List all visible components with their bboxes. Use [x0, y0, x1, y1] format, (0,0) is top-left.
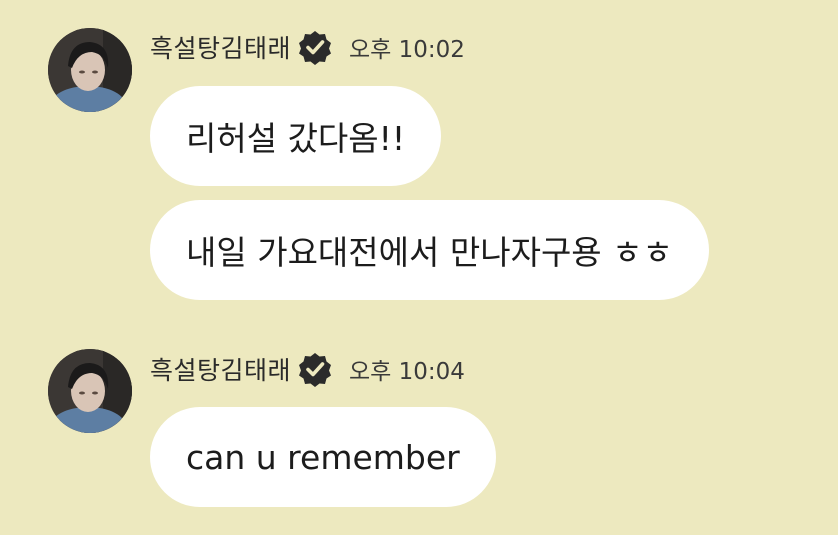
timestamp: 오후 10:04	[349, 359, 465, 385]
message-header: 흑설탕김태래 오후 10:04	[150, 351, 465, 387]
chat-bubble[interactable]: can u remember	[150, 407, 496, 507]
chat-bubble[interactable]: 내일 가요대전에서 만나자구용 ㅎㅎ	[150, 200, 709, 300]
verified-badge-icon	[299, 353, 332, 387]
avatar-image	[48, 28, 132, 112]
message-text: 리허설 갔다옴!!	[186, 119, 406, 158]
message-text: 내일 가요대전에서 만나자구용 ㅎㅎ	[186, 233, 673, 272]
message-text: can u remember	[186, 437, 460, 477]
sender-name[interactable]: 흑설탕김태래	[150, 29, 291, 65]
sender-name[interactable]: 흑설탕김태래	[150, 351, 291, 387]
message-header: 흑설탕김태래 오후 10:02	[150, 29, 465, 65]
chat-bubble[interactable]: 리허설 갔다옴!!	[150, 86, 442, 186]
avatar[interactable]	[48, 28, 132, 112]
verified-badge-icon	[299, 31, 332, 65]
avatar[interactable]	[48, 349, 132, 433]
avatar-image	[48, 349, 132, 433]
timestamp: 오후 10:02	[349, 37, 465, 63]
